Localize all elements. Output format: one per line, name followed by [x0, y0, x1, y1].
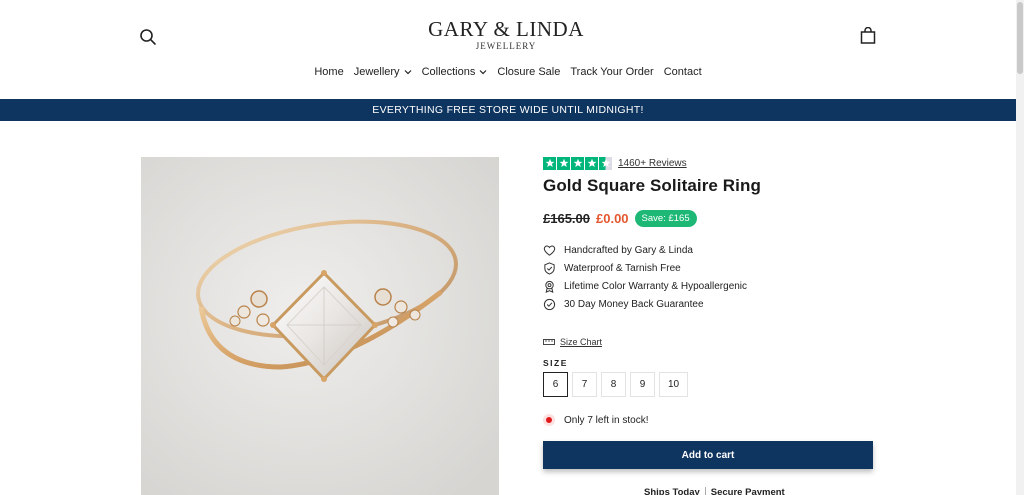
trust-secure-payment: Secure Payment — [704, 487, 790, 495]
heart-icon — [543, 245, 556, 256]
trust-ships-today: Ships Today — [644, 487, 700, 495]
size-label: SIZE — [543, 358, 568, 368]
feature-label: Lifetime Color Warranty & Hypoallergenic — [564, 280, 748, 292]
nav-item-home[interactable]: Home — [314, 66, 343, 78]
product-info: 1460+ Reviews Gold Square Solitaire Ring… — [543, 156, 875, 469]
size-option-9[interactable]: 9 — [630, 372, 655, 397]
size-option-6[interactable]: 6 — [543, 372, 568, 397]
feature-item: Lifetime Color Warranty & Hypoallergenic — [543, 277, 875, 295]
scrollbar[interactable] — [1016, 0, 1024, 495]
star-icon — [557, 156, 570, 170]
nav-item-track-order[interactable]: Track Your Order — [570, 66, 653, 78]
logo[interactable]: GARY & LINDA JEWELLERY — [406, 17, 606, 51]
stock-indicator: Only 7 left in stock! — [543, 414, 875, 426]
nav-item-contact[interactable]: Contact — [664, 66, 702, 78]
stock-dot-icon — [543, 414, 555, 426]
feature-item: Handcrafted by Gary & Linda — [543, 241, 875, 259]
star-icon — [585, 156, 598, 170]
nav-item-label: Jewellery — [353, 66, 400, 78]
nav-item-label: Track Your Order — [570, 66, 654, 78]
star-half-icon — [599, 156, 612, 170]
site-header: GARY & LINDA JEWELLERY Home Jewellery Co… — [0, 0, 1016, 99]
stock-text: Only 7 left in stock! — [564, 414, 649, 426]
nav-item-label: Home — [314, 66, 344, 78]
size-chart-label: Size Chart — [560, 337, 603, 347]
star-icon — [571, 156, 584, 170]
shield-check-icon — [544, 261, 555, 275]
rating-row: 1460+ Reviews — [543, 156, 875, 170]
size-option-8[interactable]: 8 — [601, 372, 626, 397]
original-price: £165.00 — [543, 211, 590, 226]
save-badge: Save: £165 — [634, 210, 697, 227]
star-rating — [543, 156, 612, 170]
price-row: £165.00 £0.00 Save: £165 — [543, 210, 875, 227]
chevron-down-icon — [479, 70, 487, 75]
nav-item-label: Contact — [663, 66, 702, 78]
size-option-10[interactable]: 10 — [659, 372, 688, 397]
product-title: Gold Square Solitaire Ring — [543, 176, 761, 195]
announcement-bar: EVERYTHING FREE STORE WIDE UNTIL MIDNIGH… — [0, 99, 1016, 121]
size-option-7[interactable]: 7 — [572, 372, 597, 397]
bag-icon[interactable] — [859, 26, 877, 45]
sale-price: £0.00 — [596, 211, 629, 226]
product-image[interactable] — [141, 157, 499, 495]
award-icon — [545, 280, 554, 293]
add-to-cart-button[interactable]: Add to cart — [543, 441, 873, 469]
main-nav: Home Jewellery Collections Closure Sale … — [0, 66, 1016, 78]
feature-item: 30 Day Money Back Guarantee — [543, 295, 875, 313]
search-icon[interactable] — [139, 28, 157, 46]
nav-item-jewellery[interactable]: Jewellery — [354, 66, 412, 78]
check-circle-icon — [543, 298, 556, 310]
nav-item-closure-sale[interactable]: Closure Sale — [497, 66, 560, 78]
logo-sub-text: JEWELLERY — [475, 41, 537, 51]
size-options: 6 7 8 9 10 — [543, 372, 875, 397]
feature-label: Handcrafted by Gary & Linda — [564, 244, 693, 256]
scrollbar-thumb[interactable] — [1017, 2, 1023, 74]
nav-item-collections[interactable]: Collections — [422, 66, 488, 78]
reviews-link[interactable]: 1460+ Reviews — [618, 158, 687, 169]
feature-list: Handcrafted by Gary & Linda Waterproof &… — [543, 241, 875, 313]
feature-label: Waterproof & Tarnish Free — [564, 262, 681, 274]
size-chart-link[interactable]: Size Chart — [543, 337, 875, 347]
nav-item-label: Collections — [421, 66, 476, 78]
announcement-text: EVERYTHING FREE STORE WIDE UNTIL MIDNIGH… — [372, 104, 644, 116]
ruler-icon — [543, 339, 555, 345]
ring-photo — [141, 157, 499, 495]
star-icon — [543, 156, 556, 170]
chevron-down-icon — [404, 70, 411, 75]
trust-row: Ships Today Secure Payment — [639, 487, 790, 495]
feature-label: 30 Day Money Back Guarantee — [564, 298, 704, 310]
feature-item: Waterproof & Tarnish Free — [543, 259, 875, 277]
logo-main-text: GARY & LINDA — [428, 17, 584, 41]
nav-item-label: Closure Sale — [497, 66, 561, 78]
